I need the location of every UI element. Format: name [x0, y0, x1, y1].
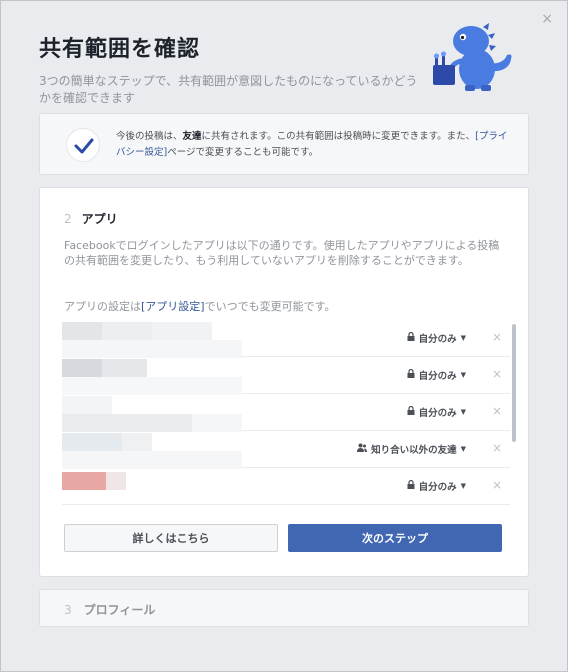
current-audience-notice: 今後の投稿は、友達に共有されます。この共有範囲は投稿時に変更できます。また、[プ…: [39, 113, 529, 175]
close-button[interactable]: ×: [541, 11, 553, 27]
step-number: 3: [64, 603, 72, 617]
scrollbar-thumb[interactable]: [512, 324, 516, 442]
redacted-app-name: [62, 451, 242, 469]
remove-app-button[interactable]: ×: [492, 478, 502, 492]
app-row: 自分のみ ▼ ×: [62, 320, 510, 358]
app-settings-link[interactable]: [アプリ設定]: [141, 300, 205, 313]
privacy-selector[interactable]: 自分のみ ▼: [407, 405, 466, 419]
next-step-button[interactable]: 次のステップ: [288, 524, 502, 552]
dialog-subtitle: 3つの簡単なステップで、共有範囲が意図したものになっているかどうかを確認できます: [39, 74, 418, 105]
notice-text: 今後の投稿は、友達に共有されます。この共有範囲は投稿時に変更できます。また、[プ…: [116, 131, 508, 158]
caret-down-icon: ▼: [460, 408, 466, 416]
app-row: 自分のみ ▼ ×: [62, 394, 510, 432]
check-icon: [66, 128, 100, 162]
app-row: 自分のみ ▼ ×: [62, 468, 510, 505]
app-row: 知り合い以外の友達 ▼ ×: [62, 431, 510, 469]
caret-down-icon: ▼: [460, 371, 466, 379]
step-title: 2 アプリ: [64, 212, 118, 226]
app-settings-line: アプリの設定は[アプリ設定]でいつでも変更可能です。: [64, 300, 336, 313]
dialog-title: 共有範囲を確認: [39, 37, 201, 62]
redacted-app-icon: [62, 472, 106, 490]
privacy-checkup-dialog: × 共有範囲を確認 3つの簡単なステップで、共有範囲が意図したものになっているか…: [0, 0, 568, 672]
app-row: 自分のみ ▼ ×: [62, 357, 510, 395]
dialog-header: 共有範囲を確認 3つの簡単なステップで、共有範囲が意図したものになっているかどう…: [39, 31, 419, 107]
step-title: 3 プロフィール: [64, 603, 156, 617]
step-profile-card[interactable]: 3 プロフィール: [39, 589, 529, 627]
lock-icon: [407, 331, 415, 344]
redacted-app-icon: [62, 359, 102, 377]
redacted-app-name: [62, 414, 192, 432]
lock-icon: [407, 405, 415, 418]
lock-icon: [407, 479, 415, 492]
app-list-scrollbar[interactable]: [512, 324, 516, 504]
step-number: 2: [64, 212, 72, 226]
step-description: Facebookでログインしたアプリは以下の通りです。使用したアプリやアプリによ…: [64, 239, 500, 267]
learn-more-button[interactable]: 詳しくはこちら: [64, 524, 278, 552]
privacy-selector[interactable]: 知り合い以外の友達 ▼: [357, 442, 466, 456]
privacy-selector[interactable]: 自分のみ ▼: [407, 331, 466, 345]
redacted-app-icon: [62, 322, 102, 340]
remove-app-button[interactable]: ×: [492, 367, 502, 381]
step-apps-card: 2 アプリ Facebookでログインしたアプリは以下の通りです。使用したアプリや…: [39, 187, 529, 577]
remove-app-button[interactable]: ×: [492, 441, 502, 455]
redacted-app-name: [102, 322, 152, 340]
friends-icon: [357, 443, 368, 455]
app-list: 自分のみ ▼ × 自分のみ ▼ × 自分のみ ▼ × 知り合い以外の友達 ▼ ×…: [62, 320, 514, 506]
redacted-app-name: [106, 472, 126, 490]
privacy-selector[interactable]: 自分のみ ▼: [407, 479, 466, 493]
caret-down-icon: ▼: [460, 334, 466, 342]
redacted-app-name: [102, 359, 147, 377]
audience-label: 友達: [182, 131, 202, 142]
privacy-selector[interactable]: 自分のみ ▼: [407, 368, 466, 382]
lock-icon: [407, 368, 415, 381]
redacted-app-icon: [62, 433, 122, 451]
caret-down-icon: ▼: [460, 445, 466, 453]
caret-down-icon: ▼: [460, 482, 466, 490]
remove-app-button[interactable]: ×: [492, 404, 502, 418]
remove-app-button[interactable]: ×: [492, 330, 502, 344]
redacted-app-icon: [62, 396, 112, 414]
dinosaur-mascot-icon: [433, 23, 512, 91]
